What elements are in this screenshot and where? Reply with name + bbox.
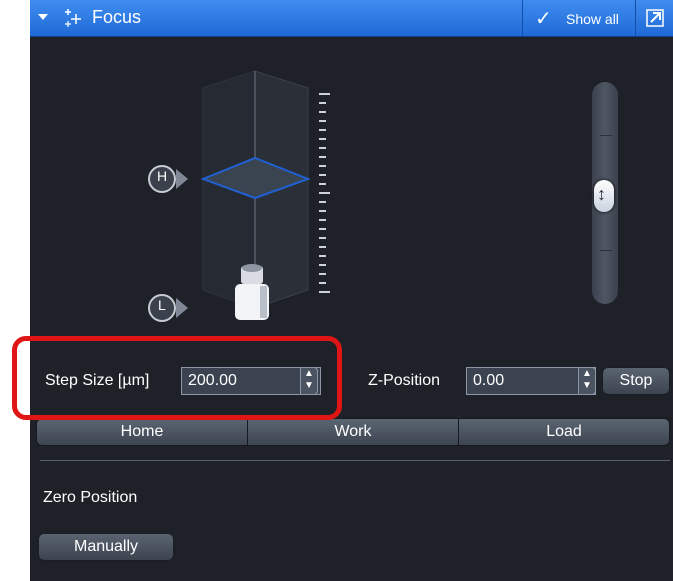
check-icon[interactable]: ✓ (535, 6, 552, 31)
zero-position-heading: Zero Position (43, 489, 138, 506)
z-scale (319, 93, 330, 293)
stop-button[interactable]: Stop (602, 367, 670, 395)
work-button[interactable]: Work (247, 418, 459, 446)
section-divider (40, 460, 670, 461)
divider (635, 0, 636, 36)
highlight-box (12, 336, 342, 420)
slider-tick (600, 250, 612, 251)
home-button[interactable]: Home (36, 418, 248, 446)
z-position-spinner[interactable]: ▲ ▼ (578, 367, 596, 395)
panel-title: Focus (92, 7, 142, 27)
spin-up-icon[interactable]: ▲ (579, 368, 595, 380)
z-position-label: Z-Position (368, 372, 441, 389)
high-marker (148, 165, 188, 193)
undock-icon[interactable] (644, 7, 666, 29)
low-marker (148, 294, 188, 322)
manually-button[interactable]: Manually (38, 533, 174, 561)
high-marker-label[interactable]: H (157, 168, 167, 184)
z-position-input[interactable]: 0.00 (466, 367, 596, 395)
focus-icon (65, 9, 81, 27)
chevron-down-icon[interactable] (38, 14, 48, 20)
slider-thumb-icon[interactable] (594, 180, 614, 212)
focus-visualization (148, 70, 330, 322)
slider-tick (600, 135, 612, 136)
divider (522, 0, 523, 36)
show-all-toggle[interactable]: Show all (566, 11, 619, 27)
focus-panel: Focus ✓ Show all H L ↕ Step Size [µm] 20… (30, 0, 673, 581)
low-marker-label[interactable]: L (158, 297, 166, 313)
spin-down-icon[interactable]: ▼ (579, 380, 595, 392)
load-button[interactable]: Load (458, 418, 670, 446)
focus-titlebar[interactable]: Focus ✓ Show all (30, 0, 673, 37)
